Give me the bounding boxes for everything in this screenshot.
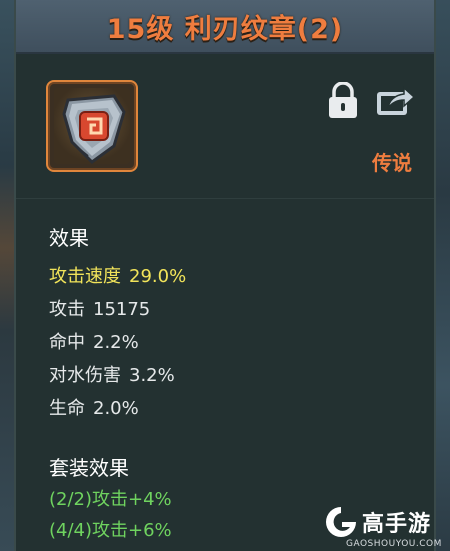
stat-label: 攻击 — [49, 299, 85, 320]
stat-label: 命中 — [49, 332, 85, 353]
stat-value: 15175 — [93, 299, 151, 320]
effects-heading: 效果 — [49, 226, 89, 250]
stat-row: 命中 2.2% — [49, 328, 139, 354]
stat-row: 对水伤害 3.2% — [49, 361, 175, 387]
title-bar: 15级 利刃纹章(2) — [16, 0, 434, 54]
item-title: 15级 利刃纹章(2) — [106, 13, 344, 45]
item-tooltip-panel: 15级 利刃纹章(2) 传说 效果 攻击速度 29.0% 攻击 15175 命中… — [14, 0, 436, 551]
stat-row: 攻击 15175 — [49, 295, 150, 321]
stat-value: 3.2% — [129, 365, 175, 386]
stat-label: 对水伤害 — [49, 365, 121, 386]
item-slot[interactable] — [46, 80, 138, 172]
stat-value: 2.2% — [93, 332, 139, 353]
blade-emblem-icon — [62, 94, 126, 164]
stat-value: 29.0% — [129, 266, 187, 287]
divider — [16, 198, 434, 199]
game-screen: 15级 利刃纹章(2) 传说 效果 攻击速度 29.0% 攻击 15175 命中… — [0, 0, 450, 551]
rarity-label: 传说 — [372, 151, 412, 175]
watermark: 高手游 GAOSHOUYOU.COM — [322, 503, 450, 551]
stat-value: 2.0% — [93, 398, 139, 419]
watermark-name: 高手游 — [362, 512, 432, 537]
set-bonus-line: (4/4)攻击+6% — [49, 520, 172, 541]
stat-row: 攻击速度 29.0% — [49, 262, 186, 288]
stat-row: 生命 2.0% — [49, 394, 139, 420]
share-icon[interactable] — [374, 82, 416, 118]
lock-icon[interactable] — [326, 82, 360, 120]
set-bonus-line: (2/2)攻击+4% — [49, 489, 172, 510]
item-image — [54, 88, 130, 164]
brand-logo-icon — [326, 507, 356, 537]
set-bonus-heading: 套装效果 — [49, 456, 129, 480]
stat-label: 生命 — [49, 398, 85, 419]
stat-label: 攻击速度 — [49, 266, 121, 287]
watermark-url: GAOSHOUYOU.COM — [346, 539, 442, 549]
